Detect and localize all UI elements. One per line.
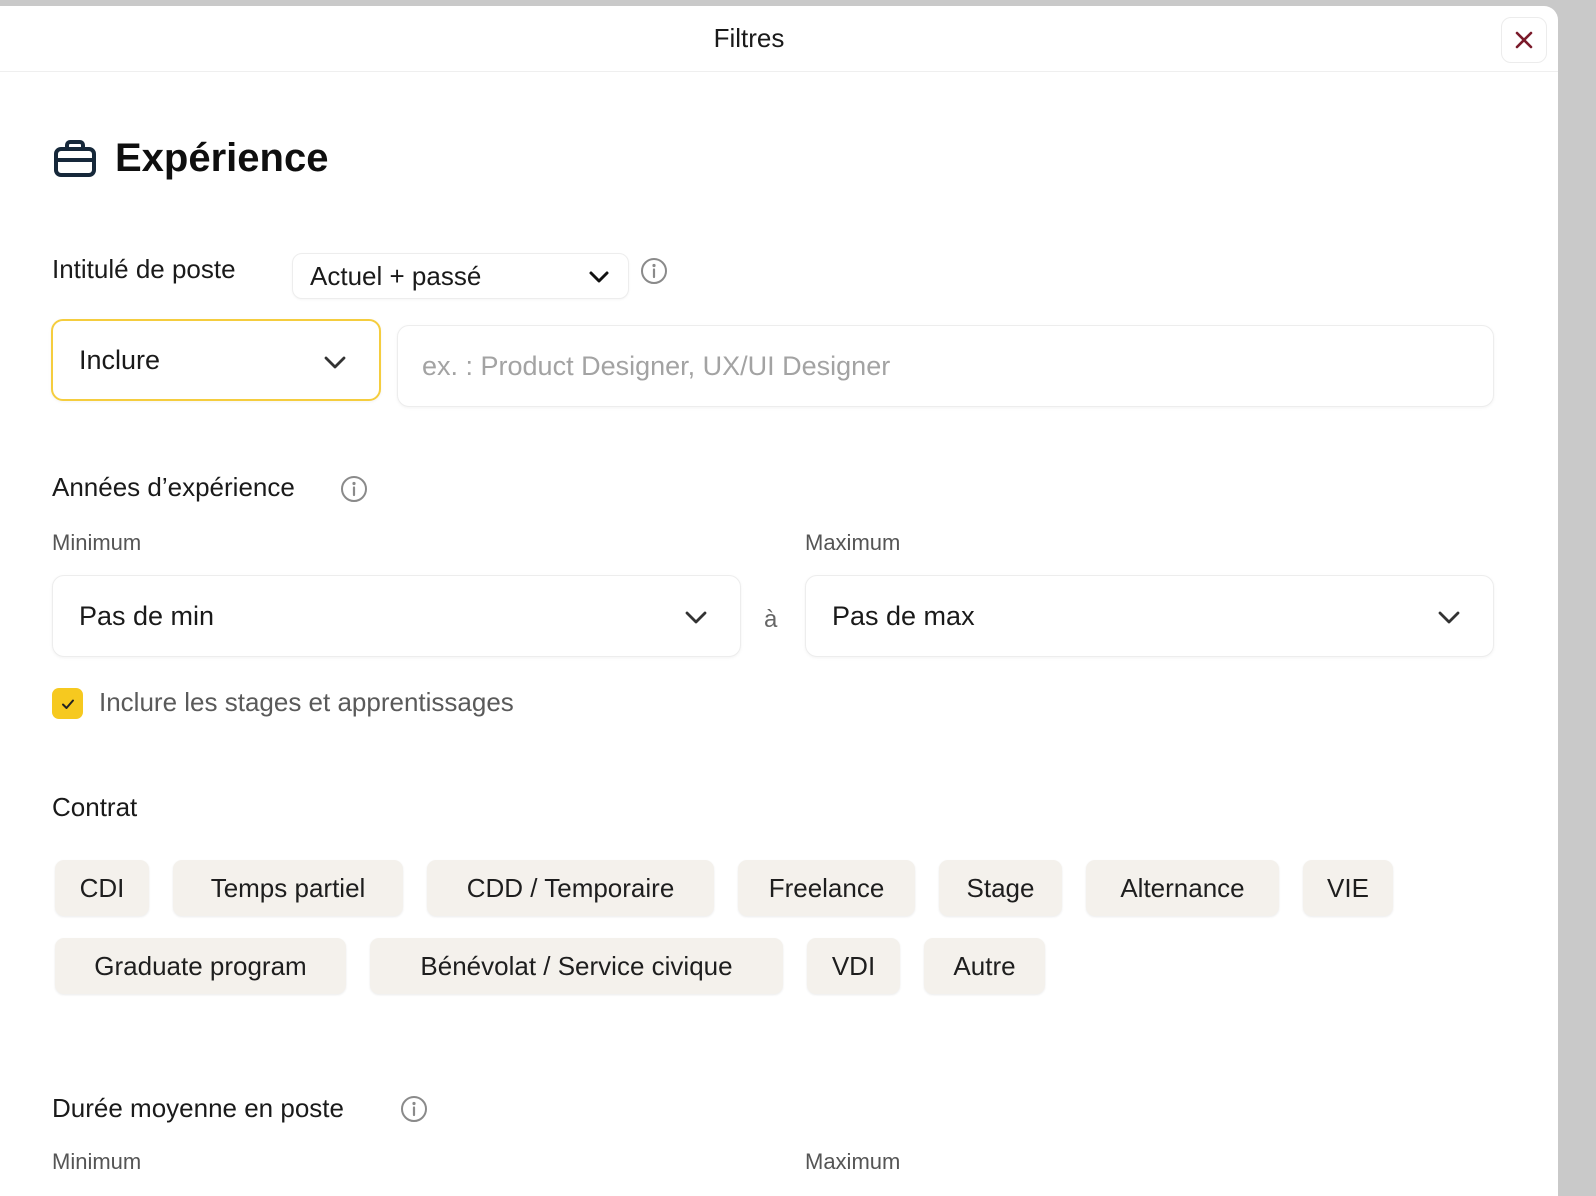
close-icon — [1515, 31, 1533, 49]
close-button[interactable] — [1501, 17, 1547, 63]
job-title-mode-select[interactable]: Inclure — [51, 319, 381, 401]
avg-tenure-label: Durée moyenne en poste — [52, 1093, 344, 1123]
briefcase-icon — [54, 139, 96, 177]
chevron-down-icon — [1438, 611, 1460, 624]
info-icon[interactable] — [640, 257, 668, 285]
avg-tenure-max-label: Maximum — [805, 1149, 901, 1174]
contract-chip[interactable]: CDI — [55, 860, 149, 916]
contract-chip[interactable]: VDI — [807, 938, 900, 994]
job-title-scope-select[interactable]: Actuel + passé — [292, 253, 629, 299]
include-internships-label[interactable]: Inclure les stages et apprentissages — [99, 687, 514, 718]
experience-years-label: Années d’expérience — [52, 472, 295, 502]
chevron-down-icon — [685, 611, 707, 624]
experience-max-label: Maximum — [805, 530, 901, 555]
range-separator: à — [764, 606, 778, 633]
job-title-scope-value: Actuel + passé — [310, 260, 482, 291]
chevron-down-icon — [589, 271, 609, 283]
section-title: Expérience — [115, 136, 329, 180]
contract-chip[interactable]: Temps partiel — [173, 860, 403, 916]
contract-chip[interactable]: Alternance — [1086, 860, 1279, 916]
panel-header: Filtres — [0, 6, 1558, 72]
experience-max-value: Pas de max — [832, 600, 975, 631]
contract-label: Contrat — [52, 792, 138, 822]
job-title-input[interactable] — [397, 325, 1494, 407]
experience-min-value: Pas de min — [79, 600, 215, 631]
panel-title: Filtres — [713, 23, 785, 53]
contract-chip[interactable]: Bénévolat / Service civique — [370, 938, 783, 994]
experience-min-label: Minimum — [52, 530, 142, 555]
info-icon[interactable] — [340, 475, 368, 503]
contract-chip[interactable]: VIE — [1303, 860, 1393, 916]
contract-chip[interactable]: CDD / Temporaire — [427, 860, 714, 916]
check-icon — [61, 699, 74, 709]
job-title-mode-value: Inclure — [79, 344, 161, 375]
info-icon[interactable] — [400, 1095, 428, 1123]
chevron-down-icon — [324, 356, 346, 369]
contract-chip[interactable]: Graduate program — [55, 938, 346, 994]
experience-min-select[interactable]: Pas de min — [52, 575, 741, 657]
section-heading: Expérience — [53, 136, 328, 181]
avg-tenure-min-label: Minimum — [52, 1149, 142, 1174]
experience-max-select[interactable]: Pas de max — [805, 575, 1494, 657]
include-internships-checkbox[interactable] — [52, 688, 83, 719]
contract-chip[interactable]: Freelance — [738, 860, 915, 916]
job-title-label: Intitulé de poste — [52, 254, 236, 284]
contract-chip[interactable]: Stage — [939, 860, 1062, 916]
contract-chip[interactable]: Autre — [924, 938, 1045, 994]
filters-panel: Filtres Expérience Intitulé de poste Act… — [0, 6, 1558, 1196]
